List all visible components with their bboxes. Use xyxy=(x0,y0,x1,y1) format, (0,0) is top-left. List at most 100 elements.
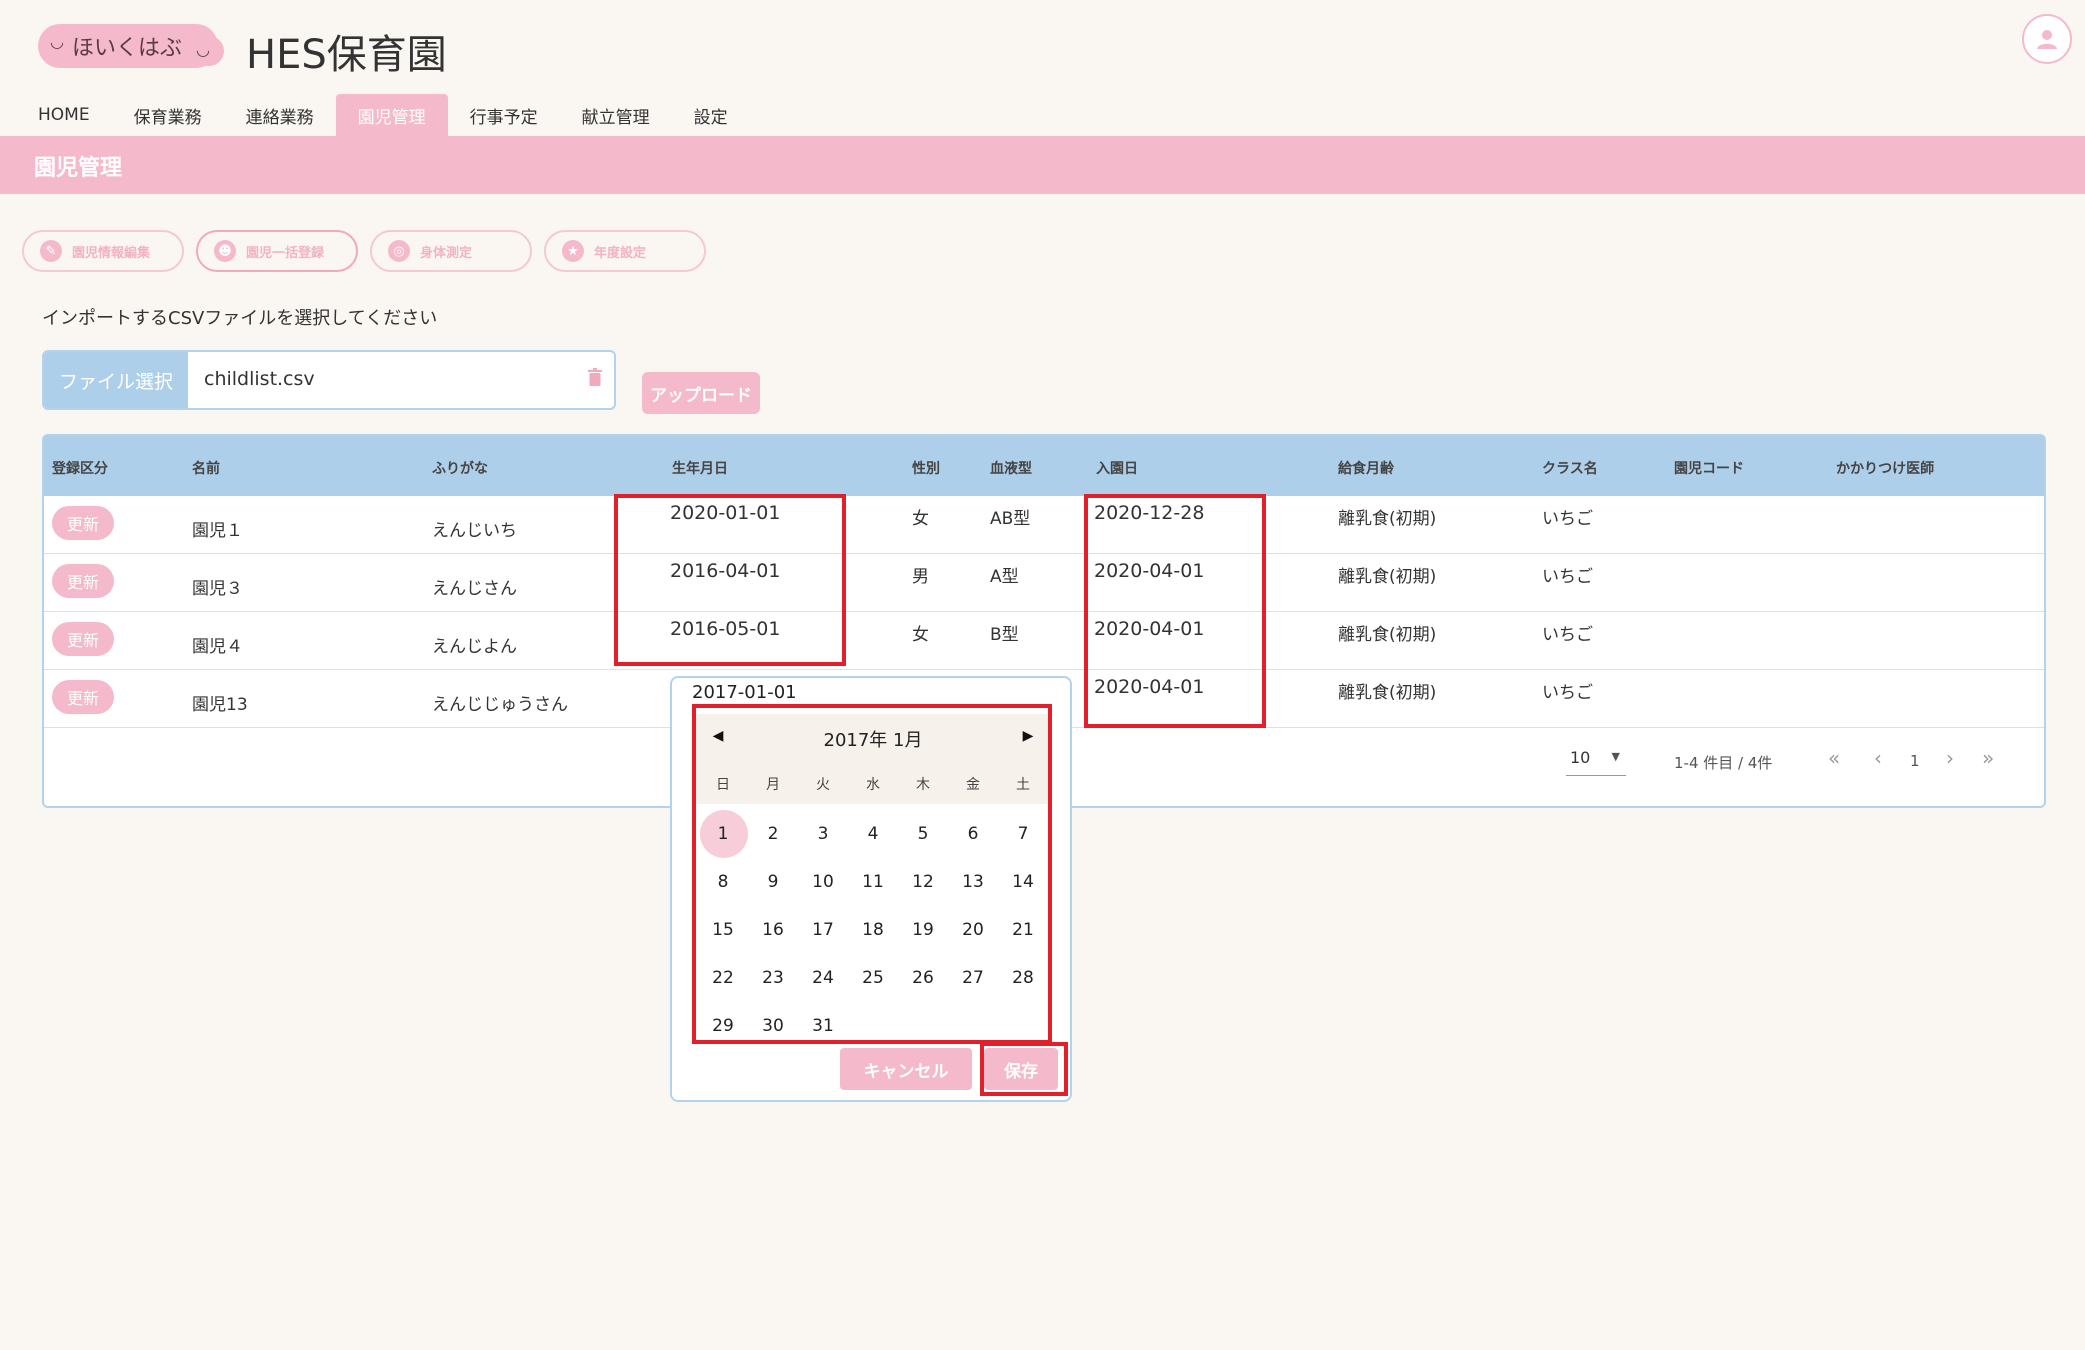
cell-class: いちご xyxy=(1542,567,1593,587)
cell-entry[interactable]: 2020-04-01 xyxy=(1094,618,1204,640)
first-page-icon[interactable]: « xyxy=(1828,746,1840,770)
upload-button[interactable]: アップロード xyxy=(642,372,760,414)
calendar-day[interactable]: 18 xyxy=(848,908,898,952)
calendar-day[interactable]: 6 xyxy=(948,812,998,856)
edit-child-button[interactable]: ✎ 園児情報編集 xyxy=(22,230,184,272)
cell-birth[interactable]: 2016-05-01 xyxy=(670,618,780,640)
current-page: 1 xyxy=(1910,752,1920,770)
cell-meal: 離乳食(初期) xyxy=(1338,509,1437,529)
nav-contact[interactable]: 連絡業務 xyxy=(224,94,336,136)
calendar-day-number: 14 xyxy=(1012,872,1034,892)
calendar-day-number: 5 xyxy=(917,824,929,844)
cell-meal: 離乳食(初期) xyxy=(1338,625,1437,645)
calendar-day-number: 24 xyxy=(812,968,834,988)
cell-entry[interactable]: 2020-04-01 xyxy=(1094,560,1204,582)
calendar-day[interactable]: 2 xyxy=(748,812,798,856)
nav-settings[interactable]: 設定 xyxy=(672,94,750,136)
calendar-day[interactable]: 14 xyxy=(998,860,1048,904)
main-nav: HOME 保育業務 連絡業務 園児管理 行事予定 献立管理 設定 xyxy=(16,94,750,136)
cancel-button[interactable]: キャンセル xyxy=(840,1048,972,1090)
cell-class: いちご xyxy=(1542,509,1593,529)
cell-birth[interactable]: 2020-01-01 xyxy=(670,502,780,524)
cell-entry[interactable]: 2020-12-28 xyxy=(1094,502,1204,524)
calendar-day[interactable]: 29 xyxy=(698,1004,748,1048)
cell-sex: 女 xyxy=(912,509,929,529)
file-select-button[interactable]: ファイル選択 xyxy=(44,352,188,408)
calendar-day-number: 9 xyxy=(767,872,779,892)
calendar-day[interactable]: 7 xyxy=(998,812,1048,856)
user-account-button[interactable] xyxy=(2022,14,2072,64)
calendar-day[interactable]: 16 xyxy=(748,908,798,952)
calendar-day[interactable]: 26 xyxy=(898,956,948,1000)
calendar-day-number: 16 xyxy=(762,920,784,940)
calendar-day[interactable]: 20 xyxy=(948,908,998,952)
trash-icon[interactable] xyxy=(588,368,602,386)
cell-sex: 男 xyxy=(912,567,929,587)
date-picker-value[interactable]: 2017-01-01 xyxy=(692,682,797,703)
measurement-button[interactable]: ◎ 身体測定 xyxy=(370,230,532,272)
next-page-icon[interactable]: › xyxy=(1946,746,1954,770)
calendar-day[interactable]: 10 xyxy=(798,860,848,904)
update-button[interactable]: 更新 xyxy=(52,622,114,656)
calendar-month-title: 2017年 1月 xyxy=(823,730,923,751)
calendar-day[interactable]: 5 xyxy=(898,812,948,856)
weekday-row: 日 月 火 水 木 金 土 xyxy=(694,760,1052,804)
update-button[interactable]: 更新 xyxy=(52,680,114,714)
cell-name: 園児４ xyxy=(192,637,243,657)
nav-childcare[interactable]: 保育業務 xyxy=(112,94,224,136)
calendar-day-number: 11 xyxy=(862,872,884,892)
calendar-day[interactable]: 17 xyxy=(798,908,848,952)
last-page-icon[interactable]: » xyxy=(1982,746,1994,770)
cell-blood: AB型 xyxy=(990,509,1031,529)
calendar-day[interactable]: 21 xyxy=(998,908,1048,952)
cell-entry[interactable]: 2020-04-01 xyxy=(1094,676,1204,698)
cell-meal: 離乳食(初期) xyxy=(1338,567,1437,587)
calendar-day[interactable]: 31 xyxy=(798,1004,848,1048)
cell-birth[interactable]: 2016-04-01 xyxy=(670,560,780,582)
next-month-icon[interactable]: ▶ xyxy=(1018,726,1038,746)
calendar-day[interactable]: 23 xyxy=(748,956,798,1000)
calendar-day[interactable]: 28 xyxy=(998,956,1048,1000)
calendar-day[interactable]: 30 xyxy=(748,1004,798,1048)
nav-events[interactable]: 行事予定 xyxy=(448,94,560,136)
calendar-day-number: 19 xyxy=(912,920,934,940)
save-button[interactable]: 保存 xyxy=(984,1048,1058,1090)
calendar-day[interactable]: 25 xyxy=(848,956,898,1000)
rows-per-page-select[interactable]: 10 ▼ xyxy=(1566,742,1626,776)
measure-icon: ◎ xyxy=(388,240,410,262)
calendar-day[interactable]: 3 xyxy=(798,812,848,856)
cell-class: いちご xyxy=(1542,625,1593,645)
file-input[interactable]: ファイル選択 childlist.csv xyxy=(42,350,616,410)
file-name: childlist.csv xyxy=(204,368,315,390)
calendar-day[interactable]: 4 xyxy=(848,812,898,856)
calendar-day[interactable]: 24 xyxy=(798,956,848,1000)
nav-home[interactable]: HOME xyxy=(16,94,112,136)
bulk-register-button[interactable]: ☻ 園児一括登録 xyxy=(196,230,358,272)
calendar-day[interactable]: 13 xyxy=(948,860,998,904)
col-meal: 給食月齢 xyxy=(1338,461,1394,477)
pager-range: 1-4 件目 / 4件 xyxy=(1674,754,1773,772)
measurement-label: 身体測定 xyxy=(420,245,473,261)
calendar-day[interactable]: 22 xyxy=(698,956,748,1000)
calendar-day[interactable]: 19 xyxy=(898,908,948,952)
update-button[interactable]: 更新 xyxy=(52,564,114,598)
cell-kana: えんじいち xyxy=(432,521,517,541)
calendar-day[interactable]: 27 xyxy=(948,956,998,1000)
calendar-day[interactable]: 15 xyxy=(698,908,748,952)
calendar-day[interactable]: 1 xyxy=(698,810,748,858)
prev-page-icon[interactable]: ‹ xyxy=(1874,746,1882,770)
nav-menu[interactable]: 献立管理 xyxy=(560,94,672,136)
calendar-day-number: 7 xyxy=(1017,824,1029,844)
calendar-day[interactable]: 11 xyxy=(848,860,898,904)
calendar-day[interactable]: 8 xyxy=(698,860,748,904)
update-button[interactable]: 更新 xyxy=(52,506,114,540)
site-title: HES保育園 xyxy=(246,32,447,78)
calendar-day-number: 8 xyxy=(717,872,729,892)
calendar-day[interactable]: 12 xyxy=(898,860,948,904)
calendar-day-number: 23 xyxy=(762,968,784,988)
nav-children[interactable]: 園児管理 xyxy=(335,94,448,136)
calendar-day[interactable]: 9 xyxy=(748,860,798,904)
year-setting-button[interactable]: ★ 年度設定 xyxy=(544,230,706,272)
group-icon: ☻ xyxy=(214,240,236,262)
table-row: 更新 園児４ えんじよん 2016-05-01 女 B型 2020-04-01 … xyxy=(44,612,2044,670)
